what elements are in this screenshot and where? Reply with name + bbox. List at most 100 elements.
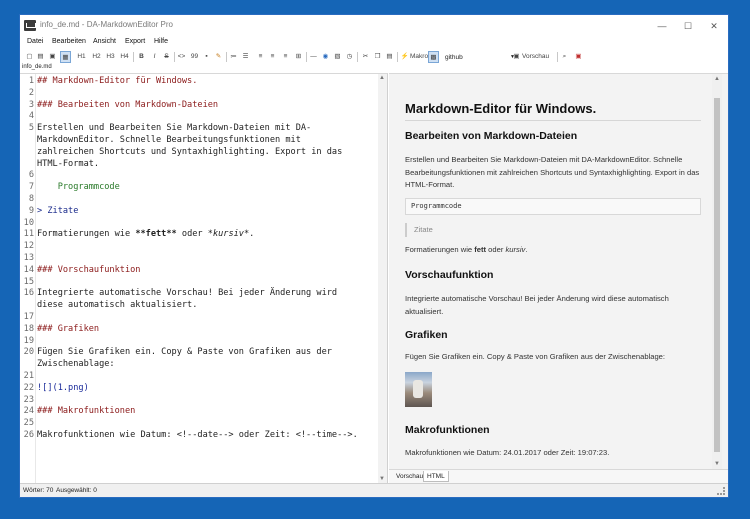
search-icon[interactable]: ⌕ (559, 51, 570, 63)
line-text: Zwischenablage: (37, 359, 115, 370)
paste-icon[interactable]: ▤ (384, 51, 395, 63)
bold-button[interactable]: B (136, 51, 147, 63)
editor-line[interactable]: 6 (20, 170, 380, 182)
h2-button[interactable]: H2 (90, 51, 103, 63)
clock-icon[interactable]: ◷ (344, 51, 355, 63)
minimize-button[interactable]: — (650, 19, 674, 33)
export-pdf-icon[interactable]: ▣ (573, 51, 584, 63)
editor-line[interactable]: 1 ## Markdown-Editor für Windows. (20, 76, 380, 88)
h4-button[interactable]: H4 (118, 51, 131, 63)
scroll-up-icon[interactable]: ▲ (379, 75, 385, 81)
editor-line[interactable]: 18 ### Grafiken (20, 324, 380, 336)
editor-line[interactable]: 19 (20, 336, 380, 348)
list-icon[interactable]: ≔ (228, 51, 239, 63)
tab-html[interactable]: HTML (423, 471, 449, 482)
editor-line[interactable]: 10 (20, 218, 380, 230)
h3-button[interactable]: H3 (104, 51, 117, 63)
editor-line[interactable]: 24 ### Makrofunktionen (20, 406, 380, 418)
preview-scrollbar[interactable]: ▲ ▼ (712, 74, 722, 469)
editor-line[interactable]: 2 (20, 88, 380, 100)
editor-line[interactable]: 3 ### Bearbeiten von Markdown-Dateien (20, 100, 380, 112)
editor-line[interactable]: 23 (20, 395, 380, 407)
align-left-icon[interactable]: ≡ (255, 51, 266, 63)
editor-mode-icon[interactable]: ▦ (60, 51, 71, 63)
editor-line[interactable]: 22 ![](1.png) (20, 383, 380, 395)
toolbar-separator (226, 52, 227, 62)
resize-grip[interactable] (717, 487, 725, 495)
save-icon[interactable]: ▣ (47, 51, 58, 63)
open-file-icon[interactable]: ▤ (35, 51, 46, 63)
macro-icon[interactable]: ⚡ (399, 51, 410, 63)
maximize-button[interactable]: ☐ (676, 19, 700, 33)
line-number: 1 (28, 76, 34, 86)
code-button[interactable]: <> (176, 51, 187, 63)
scrollbar-thumb[interactable] (714, 98, 720, 452)
editor-line[interactable]: 26 Makrofunktionen wie Datum: <!--date-->… (20, 430, 380, 442)
line-text: zahlreichen Shortcuts und Syntaxhighligh… (37, 146, 343, 157)
scroll-down-icon[interactable]: ▼ (379, 476, 385, 482)
editor-line[interactable]: 9 > Zitate (20, 206, 380, 218)
preview-icon[interactable]: ▣ (511, 51, 522, 63)
line-number: 2 (28, 87, 34, 98)
editor-line[interactable]: HTML-Format. (20, 159, 380, 171)
editor-line[interactable]: 12 (20, 241, 380, 253)
link-icon[interactable]: ◉ (320, 51, 331, 63)
scroll-up-icon[interactable]: ▲ (714, 76, 720, 82)
editor-line[interactable]: 17 (20, 312, 380, 324)
status-bar: Wörter: 70 Ausgewählt: 0 (20, 483, 728, 497)
file-tab[interactable]: info_de.md (20, 64, 728, 73)
editor-line[interactable]: 5 Erstellen und Bearbeiten Sie Markdown-D… (20, 123, 380, 135)
editor-line[interactable]: 20 Fügen Sie Grafiken ein. Copy & Paste v… (20, 347, 380, 359)
line-text: Makrofunktionen wie Datum: <!--date--> o… (37, 430, 358, 440)
preview-label[interactable]: Vorschau (522, 51, 554, 63)
editor-line[interactable]: 14 ### Vorschaufunktion (20, 265, 380, 277)
editor-line[interactable]: 7 Programmcode (20, 182, 380, 194)
preview-h3-bearbeiten: Bearbeiten von Markdown-Dateien (405, 130, 578, 142)
editor-line[interactable]: 16 Integrierte automatische Vorschau! Bei… (20, 288, 380, 300)
editor-line[interactable]: 21 (20, 371, 380, 383)
editor-line[interactable]: 11 Formatierungen wie **fett** oder *kurs… (20, 229, 380, 241)
cut-icon[interactable]: ✂ (360, 51, 371, 63)
editor-line[interactable]: MarkdownEditor. Schnelle Bearbeitungsfun… (20, 135, 380, 147)
italic-button[interactable]: I (149, 51, 160, 63)
style-select[interactable]: github ▼ (444, 51, 518, 65)
title-bar[interactable]: info_de.md - DA-MarkdownEditor Pro — ☐ ✕ (20, 15, 728, 37)
editor-line[interactable]: 8 (20, 194, 380, 206)
pen-icon[interactable]: ✎ (213, 51, 224, 63)
menu-bearbeiten[interactable]: Bearbeiten (52, 38, 86, 45)
line-number: 6 (28, 170, 34, 181)
table-icon[interactable]: ⊞ (293, 51, 304, 63)
style-icon[interactable]: ▩ (428, 51, 439, 63)
scroll-down-icon[interactable]: ▼ (714, 461, 720, 467)
editor-line[interactable]: 15 (20, 277, 380, 289)
editor-line[interactable]: Zwischenablage: (20, 359, 380, 371)
numbered-list-icon[interactable]: ☰ (240, 51, 251, 63)
horizontal-rule-icon[interactable]: — (308, 51, 319, 63)
preview-image (405, 372, 432, 407)
line-number: 22 (23, 382, 34, 393)
tab-vorschau[interactable]: Vorschau (393, 471, 426, 482)
editor-line[interactable]: 13 (20, 253, 380, 265)
strike-button[interactable]: S (161, 51, 172, 63)
editor-line[interactable]: 4 (20, 111, 380, 123)
menu-hilfe[interactable]: Hilfe (154, 38, 168, 45)
menu-ansicht[interactable]: Ansicht (93, 38, 116, 45)
align-center-icon[interactable]: ≡ (267, 51, 278, 63)
menu-datei[interactable]: Datei (27, 38, 43, 45)
copy-icon[interactable]: ❐ (372, 51, 383, 63)
editor-line[interactable]: diese automatisch aktualisiert. (20, 300, 380, 312)
markdown-editor[interactable]: 1 ## Markdown-Editor für Windows. 2 3 ### Be… (20, 73, 388, 483)
editor-line[interactable]: zahlreichen Shortcuts und Syntaxhighligh… (20, 147, 380, 159)
align-right-icon[interactable]: ≡ (280, 51, 291, 63)
image-icon[interactable]: ▧ (332, 51, 343, 63)
close-button[interactable]: ✕ (702, 19, 726, 33)
h1-button[interactable]: H1 (75, 51, 88, 63)
editor-line[interactable]: 25 (20, 418, 380, 430)
new-file-icon[interactable]: ▢ (24, 51, 35, 63)
preview-h1: Markdown-Editor für Windows. (405, 101, 597, 116)
block-icon[interactable]: ▪ (201, 51, 212, 63)
menu-export[interactable]: Export (125, 38, 145, 45)
quote-button[interactable]: 99 (189, 51, 200, 63)
editor-scrollbar[interactable]: ▲ ▼ (378, 74, 387, 483)
line-text: Formatierungen wie **fett** oder *kursiv… (37, 229, 254, 239)
